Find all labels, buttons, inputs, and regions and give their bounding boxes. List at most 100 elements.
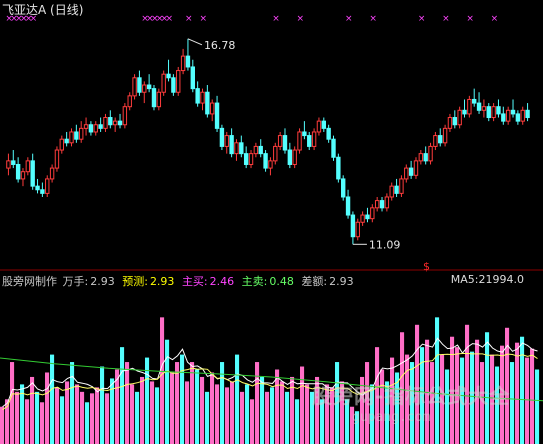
volume-bar xyxy=(280,381,285,444)
volume-bar xyxy=(50,354,55,444)
top-marker: × xyxy=(200,14,208,24)
volume-bar xyxy=(235,354,240,444)
candle-body xyxy=(418,153,424,162)
candle-body xyxy=(243,153,249,165)
top-marker: × xyxy=(442,14,450,24)
candle-body xyxy=(214,102,220,129)
candle-body xyxy=(389,185,394,198)
volume-bar xyxy=(175,362,180,444)
candle-body xyxy=(277,135,283,147)
source-label: 股旁网制作 xyxy=(2,275,57,288)
volume-bar xyxy=(300,366,305,444)
zhumai-sell-label: 主卖: 0.48 xyxy=(241,275,294,288)
top-marker: × xyxy=(466,14,474,24)
candle-body xyxy=(452,117,457,126)
stock-chart: 16.78 11.09 $ × × × × × × × × × × × × × × × × × × × × × × 飞亚达A (… xyxy=(0,0,543,444)
candle-body xyxy=(510,109,516,115)
volume-bar xyxy=(265,391,270,444)
top-marker: × xyxy=(369,14,377,24)
candle-body xyxy=(345,196,351,216)
candle-body xyxy=(384,196,390,209)
candle-body xyxy=(59,138,64,151)
candle-body xyxy=(239,142,244,155)
candle-body xyxy=(302,131,307,137)
candle-body xyxy=(399,178,404,194)
volume-bar xyxy=(25,399,30,444)
candle-body xyxy=(321,120,326,129)
candle-body xyxy=(137,77,142,93)
volume-bar xyxy=(70,362,75,444)
candle-body xyxy=(180,55,186,72)
top-marker: × xyxy=(166,14,174,24)
top-marker: × xyxy=(491,14,499,24)
candle-body xyxy=(442,127,448,144)
candle-body xyxy=(20,171,26,180)
candle-body xyxy=(297,131,302,151)
volume-bar xyxy=(105,393,110,444)
top-marker: × xyxy=(345,14,353,24)
candle-body xyxy=(331,138,336,158)
top-marker: × xyxy=(272,14,280,24)
volume-bar xyxy=(45,372,50,444)
candle-body xyxy=(15,163,21,180)
candle-body xyxy=(166,73,171,79)
candle-body xyxy=(404,167,409,180)
volume-bar xyxy=(65,381,70,444)
candle-body xyxy=(98,124,103,129)
candle-body xyxy=(200,91,205,104)
candle-body xyxy=(525,109,530,119)
candle-body xyxy=(151,88,157,108)
candle-body xyxy=(520,109,525,122)
candle-body xyxy=(161,73,166,93)
volume-bar xyxy=(165,339,170,444)
candle-body xyxy=(496,106,501,115)
candle-body xyxy=(253,145,259,155)
candle-body xyxy=(195,88,200,104)
volume-bar xyxy=(215,384,220,444)
volume-bar xyxy=(245,384,250,444)
candle-body xyxy=(83,124,89,129)
high-pointer xyxy=(187,38,203,46)
candle-body xyxy=(258,145,263,155)
candle-body xyxy=(64,138,69,144)
candle-body xyxy=(93,124,98,133)
volume-bar xyxy=(185,381,190,444)
candle-body xyxy=(423,153,428,162)
volume-bar xyxy=(510,362,515,444)
candle-body xyxy=(35,185,40,191)
candle-body xyxy=(176,70,181,93)
volume-bar xyxy=(285,391,290,444)
candle-body xyxy=(273,145,278,162)
candle-body xyxy=(481,106,487,111)
candle-body xyxy=(476,102,482,111)
volume-bar xyxy=(275,369,280,444)
candle-body xyxy=(69,131,74,144)
candle-body xyxy=(365,214,370,220)
candle-body xyxy=(341,178,346,198)
top-marker: × xyxy=(297,14,305,24)
candle-body xyxy=(462,109,467,115)
volume-bar xyxy=(135,391,140,444)
volume-bar xyxy=(270,387,275,444)
volume-bar xyxy=(180,354,185,444)
volume-bar xyxy=(140,376,145,444)
volume-bar xyxy=(85,402,90,444)
candle-body xyxy=(103,117,108,129)
low-label: 11.09 xyxy=(369,238,401,251)
candle-body xyxy=(360,214,365,223)
candle-body xyxy=(190,66,195,90)
volume-bar xyxy=(250,399,255,444)
wanshou-label: 万手: 2.93 xyxy=(62,275,115,288)
volume-bar xyxy=(40,402,45,444)
candle-body xyxy=(49,167,55,180)
volume-bar xyxy=(240,391,245,444)
candle-body xyxy=(263,153,268,169)
candle-body xyxy=(408,167,414,176)
candle-body xyxy=(127,95,132,108)
candle-body xyxy=(316,120,322,133)
volume-bar xyxy=(535,369,540,444)
candle-body xyxy=(117,120,123,126)
candle-body xyxy=(142,84,147,93)
candle-body xyxy=(79,127,84,140)
candle-body xyxy=(25,160,31,173)
